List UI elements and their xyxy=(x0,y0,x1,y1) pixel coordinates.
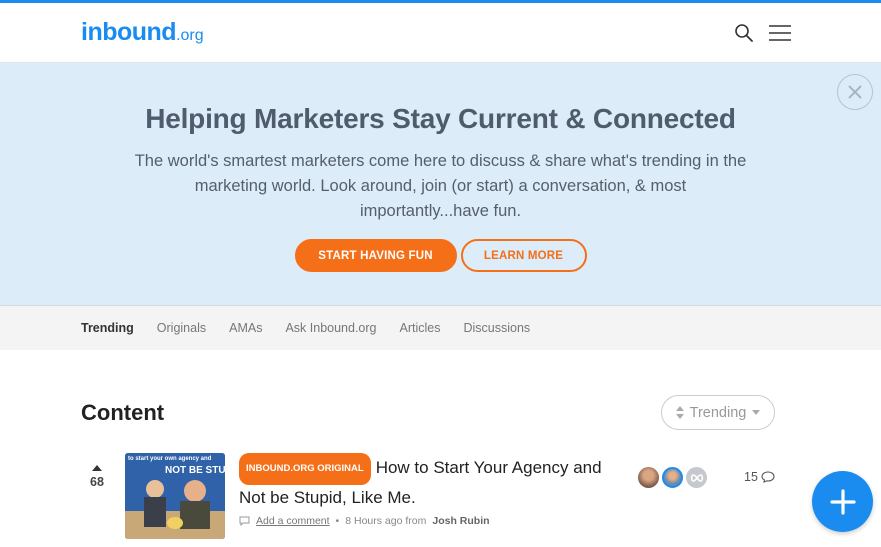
tab-articles[interactable]: Articles xyxy=(400,321,441,335)
plus-icon xyxy=(829,488,856,515)
upvote-button[interactable]: 68 xyxy=(86,465,108,539)
content-header: Content Trending xyxy=(0,350,881,445)
comment-count-value: 15 xyxy=(744,470,758,484)
post-title-line[interactable]: INBOUND.ORG ORIGINAL How to Start Your Ag… xyxy=(239,453,609,511)
thumbnail-caption-big: NOT BE STUP xyxy=(165,465,225,476)
upvote-arrow-icon xyxy=(92,465,102,471)
meta-separator: • xyxy=(335,515,340,527)
avatar[interactable] xyxy=(686,467,707,488)
content-nav: Trending Originals AMAs Ask Inbound.org … xyxy=(0,306,881,350)
vote-count: 68 xyxy=(90,475,104,489)
chevron-down-icon xyxy=(752,410,761,415)
search-icon[interactable] xyxy=(732,21,756,45)
start-having-fun-button[interactable]: START HAVING FUN xyxy=(294,239,457,272)
site-logo[interactable]: inbound .org xyxy=(81,18,204,47)
post-time: 8 Hours ago from xyxy=(345,515,427,527)
participant-avatars xyxy=(638,467,707,488)
content-title: Content xyxy=(81,399,165,425)
comment-count[interactable]: 15 xyxy=(744,470,775,484)
speech-bubble-icon xyxy=(761,471,775,483)
close-icon[interactable] xyxy=(837,74,873,110)
sort-select[interactable]: Trending xyxy=(661,395,775,430)
post-author[interactable]: Josh Rubin xyxy=(432,515,489,527)
tab-discussions[interactable]: Discussions xyxy=(463,321,530,335)
tab-trending[interactable]: Trending xyxy=(81,321,134,335)
hero-title: Helping Marketers Stay Current & Connect… xyxy=(145,103,736,134)
hero-description: The world's smartest marketers come here… xyxy=(134,152,747,220)
learn-more-button[interactable]: LEARN MORE xyxy=(460,239,587,272)
avatar[interactable] xyxy=(662,467,683,488)
comment-icon xyxy=(239,516,250,526)
tab-amas[interactable]: AMAs xyxy=(229,321,262,335)
avatar[interactable] xyxy=(638,467,659,488)
header-actions xyxy=(732,21,792,45)
tab-originals[interactable]: Originals xyxy=(157,321,206,335)
logo-suffix: .org xyxy=(176,27,204,44)
hero-banner: Helping Marketers Stay Current & Connect… xyxy=(0,63,881,306)
site-header: inbound .org xyxy=(0,3,881,63)
add-post-button[interactable] xyxy=(812,471,873,532)
sort-icon xyxy=(675,406,684,419)
original-badge: INBOUND.ORG ORIGINAL xyxy=(239,453,371,485)
hero-buttons: START HAVING FUN LEARN MORE xyxy=(0,239,881,272)
post-thumbnail[interactable]: to start your own agency and NOT BE STUP xyxy=(125,453,225,539)
tab-ask-inbound[interactable]: Ask Inbound.org xyxy=(285,321,376,335)
add-comment-link[interactable]: Add a comment xyxy=(256,515,330,527)
infinity-icon xyxy=(690,473,703,482)
sort-value: Trending xyxy=(689,404,747,421)
logo-main: inbound xyxy=(81,18,177,46)
thumbnail-caption-top: to start your own agency and xyxy=(128,456,212,462)
menu-icon[interactable] xyxy=(768,21,792,45)
post-body: INBOUND.ORG ORIGINAL How to Start Your Ag… xyxy=(239,453,609,539)
list-item: 68 to start your own agency and NOT BE S… xyxy=(0,453,881,539)
post-meta: Add a comment • 8 Hours ago from Josh Ru… xyxy=(239,515,609,527)
